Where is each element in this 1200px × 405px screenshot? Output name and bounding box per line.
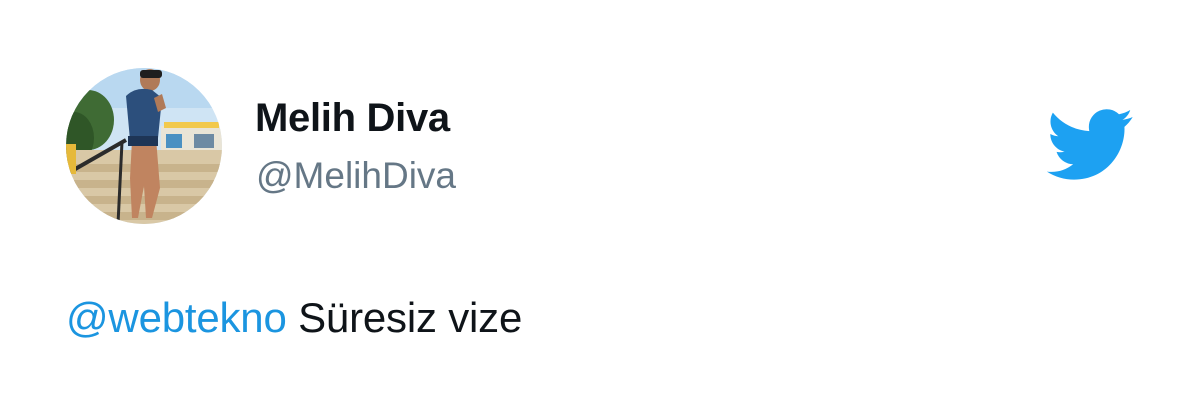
mention-link[interactable]: @webtekno [66,294,287,341]
tweet-card: Melih Diva @MelihDiva @webtekno Süresiz … [0,0,1200,405]
tweet-text: @webtekno Süresiz vize [66,294,522,342]
user-handle[interactable]: @MelihDiva [256,155,456,197]
user-display-name[interactable]: Melih Diva [255,96,450,141]
twitter-bird-icon[interactable] [1046,108,1134,182]
tweet-body: Süresiz vize [286,294,523,341]
avatar-photo [66,68,222,224]
twitter-bird-icon-svg [1046,109,1133,180]
avatar[interactable] [66,68,222,224]
